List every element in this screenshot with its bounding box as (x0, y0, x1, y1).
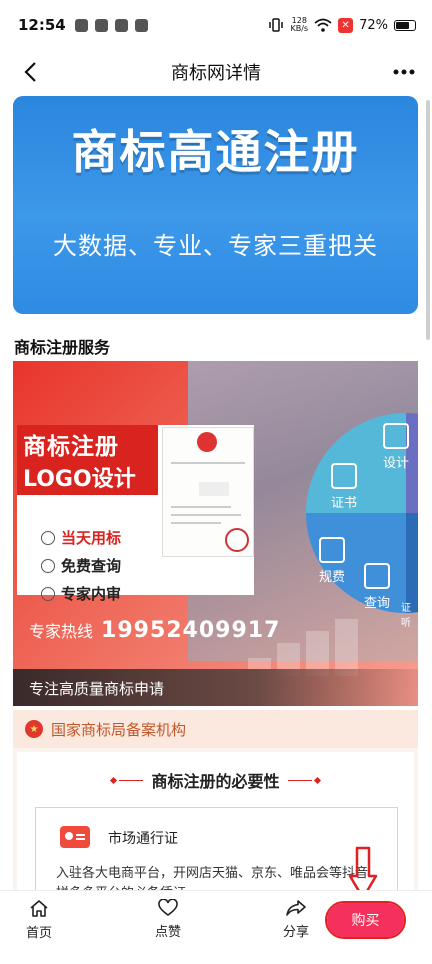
promo-logo-design: LOGO设计 (23, 467, 136, 492)
search-icon (41, 558, 55, 573)
network-speed-unit: KB/s (290, 24, 309, 33)
promo-band-text: 专注高质量商标申请 (29, 680, 165, 698)
national-emblem-icon: ★ (25, 720, 43, 738)
feature-label: 免费查询 (61, 557, 122, 575)
hero-title: 商标高通注册 (71, 125, 360, 179)
more-button[interactable] (390, 58, 418, 86)
share-icon (286, 900, 306, 916)
status-right: 128 KB/s ✕ 72% (268, 17, 416, 33)
design-icon (383, 423, 409, 449)
network-speed: 128 KB/s (290, 17, 308, 33)
necessity-item-desc: 入驻各大电商平台，开网店天猫、京东、唯品会等抖音、拼多多平台的必备凭证 (56, 866, 382, 890)
down-arrow-annotation-icon (348, 846, 378, 890)
page-title: 商标网详情 (171, 63, 261, 84)
promo-band: 专注高质量商标申请 (13, 669, 418, 706)
status-left: 12:54 (18, 16, 148, 34)
nav-bar: 商标网详情 (0, 50, 432, 94)
tab-like-label: 点赞 (155, 925, 182, 940)
pie-item-fee: 规费 (319, 537, 345, 585)
certificate-icon (331, 463, 357, 489)
notification-app-icon (134, 18, 148, 32)
clock-icon (41, 530, 55, 545)
id-card-icon (60, 826, 90, 848)
promo-info-box: 商标注册 LOGO设计 当天用标 免费查询 专家内审 (17, 425, 254, 603)
hotline-number: 19952409917 (101, 618, 281, 643)
necessity-heading: 商标注册的必要性 (17, 768, 414, 792)
emblem-icon (197, 432, 217, 452)
heading-decoration (287, 776, 321, 784)
tab-like[interactable]: 点赞 (155, 899, 181, 940)
feature-item: 专家内审 (41, 583, 121, 604)
status-bar: 12:54 128 KB/s ✕ 72% (0, 0, 432, 50)
battery-percent: 72% (359, 17, 388, 33)
certificate-image (162, 427, 254, 557)
pie-item-hearing: 证听 (401, 599, 418, 629)
hotline-label: 专家热线 (29, 622, 94, 641)
hotline: 专家热线 19952409917 (29, 618, 280, 643)
search-icon (364, 563, 390, 589)
pie-item-search: 查询 (364, 563, 390, 611)
promo-main-title: 商标注册 (23, 434, 119, 460)
tab-home[interactable]: 首页 (26, 899, 52, 941)
scrollbar[interactable] (426, 100, 430, 340)
pie-label-search: 查询 (364, 596, 391, 611)
pie-item-certificate: 证书 (331, 463, 357, 511)
tab-share-label: 分享 (283, 925, 310, 940)
feature-item: 当天用标 (41, 527, 121, 548)
shield-check-icon (41, 586, 55, 601)
notification-app-icon (94, 18, 108, 32)
pie-label-certificate: 证书 (331, 496, 358, 511)
notification-app-icon (74, 18, 88, 32)
heart-icon (158, 899, 178, 916)
heading-decoration (110, 776, 144, 784)
feature-label: 专家内审 (61, 585, 122, 603)
hero-subtitle: 大数据、专业、专家三重把关 (53, 232, 378, 260)
fee-icon (319, 537, 345, 563)
feature-list: 当天用标 免费查询 专家内审 (41, 527, 121, 604)
promo-title-block: 商标注册 LOGO设计 (17, 425, 158, 495)
battery-icon (394, 19, 416, 31)
home-icon (30, 900, 48, 917)
tab-share[interactable]: 分享 (283, 899, 309, 940)
notification-app-icon (114, 18, 128, 32)
pie-label-design: 设计 (383, 456, 410, 471)
alert-icon: ✕ (338, 17, 354, 33)
pie-label-hearing: 证听 (401, 603, 411, 629)
necessity-title: 商标注册的必要性 (151, 772, 280, 791)
filing-notice: ★ 国家商标局备案机构 (13, 710, 418, 748)
back-button[interactable] (16, 58, 44, 86)
more-dots-icon (393, 69, 415, 75)
chevron-left-icon (24, 62, 36, 82)
content-area[interactable]: 商标高通注册 大数据、专业、专家三重把关 商标注册服务 设计 证书 规费 查询 … (0, 94, 432, 890)
status-time: 12:54 (18, 16, 66, 34)
bottom-tab-bar: 首页 点赞 分享 购买 (0, 890, 432, 964)
wifi-icon (314, 18, 332, 32)
filing-notice-text: 国家商标局备案机构 (51, 720, 187, 739)
vibrate-icon (269, 18, 284, 32)
buy-button[interactable]: 购买 (327, 903, 404, 937)
pie-item-design: 设计 (383, 423, 409, 471)
section-title: 商标注册服务 (14, 338, 111, 357)
tab-home-label: 首页 (26, 926, 53, 941)
feature-item: 免费查询 (41, 555, 121, 576)
necessity-item-title: 市场通行证 (108, 831, 178, 847)
feature-label: 当天用标 (61, 529, 122, 547)
pie-label-fee: 规费 (319, 570, 346, 585)
necessity-item: 市场通行证 入驻各大电商平台，开网店天猫、京东、唯品会等抖音、拼多多平台的必备凭… (35, 807, 398, 890)
promo-image: 设计 证书 规费 查询 证听 商标注册 LOGO设计 当天用标 免费查询 专家内… (13, 361, 418, 706)
hero-banner: 商标高通注册 大数据、专业、专家三重把关 (13, 96, 418, 314)
seal-icon (225, 528, 249, 552)
